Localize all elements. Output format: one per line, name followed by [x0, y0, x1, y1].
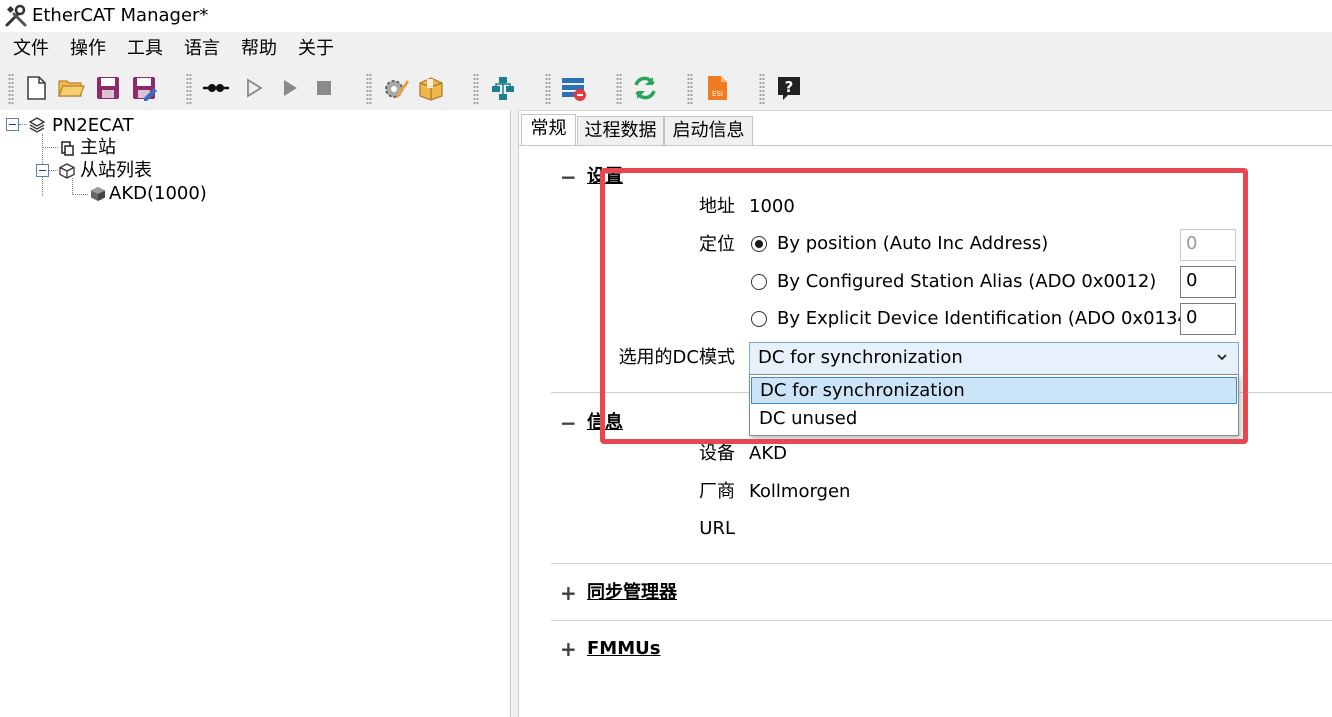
toolbar-grip[interactable] [186, 73, 192, 105]
title-bar: EtherCAT Manager* [0, 0, 1332, 32]
section-separator [551, 563, 1332, 564]
tree-guide-line [48, 170, 58, 171]
highlight-annotation-box [600, 168, 1248, 444]
toolbar-grip[interactable] [616, 73, 622, 105]
menu-file[interactable]: 文件 [12, 37, 50, 61]
play-outline-icon[interactable] [240, 74, 268, 102]
tree-item-slave-list[interactable]: 从站列表 [80, 160, 152, 182]
vendor-value: Kollmorgen [749, 481, 851, 502]
tree-guide-line [72, 194, 88, 195]
new-file-icon[interactable] [22, 74, 50, 102]
window-title: EtherCAT Manager* [32, 5, 209, 26]
tools-icon [4, 4, 28, 28]
svg-text:?: ? [785, 78, 794, 96]
master-station-icon [58, 139, 76, 157]
tab-divider [519, 145, 1332, 146]
tree-collapse-toggle[interactable] [36, 164, 49, 177]
toolbar-grip[interactable] [8, 73, 14, 105]
save-icon[interactable] [94, 74, 122, 102]
save-as-icon[interactable] [130, 74, 158, 102]
menu-about[interactable]: 关于 [297, 37, 335, 61]
menu-operation[interactable]: 操作 [69, 37, 107, 61]
sync-manager-section-title[interactable]: 同步管理器 [587, 581, 677, 605]
vendor-label: 厂商 [699, 481, 735, 502]
toolbar-grip[interactable] [545, 73, 551, 105]
fmmus-section-title[interactable]: FMMUs [587, 637, 660, 661]
menu-language[interactable]: 语言 [183, 37, 221, 61]
toolbar-grip[interactable] [473, 73, 479, 105]
network-layers-icon [28, 116, 46, 134]
network-tree-icon[interactable] [489, 74, 517, 102]
tree-guide-line [19, 124, 27, 125]
sync-manager-expand-toggle[interactable]: + [560, 582, 577, 604]
cube-solid-icon [89, 185, 107, 203]
tree-item-master[interactable]: 主站 [80, 137, 116, 159]
tree-collapse-toggle[interactable] [6, 118, 19, 131]
section-separator [551, 620, 1332, 621]
settings-collapse-toggle[interactable]: − [560, 166, 577, 188]
slave-config-icon[interactable] [560, 74, 588, 102]
device-label: 设备 [699, 443, 735, 464]
device-value: AKD [749, 443, 787, 464]
cube-outline-icon [58, 162, 76, 180]
package-icon[interactable] [417, 74, 445, 102]
tree-item-root[interactable]: PN2ECAT [52, 115, 134, 137]
toolbar-grip[interactable] [687, 73, 693, 105]
menu-tools[interactable]: 工具 [126, 37, 164, 61]
help-icon[interactable]: ? [775, 74, 803, 102]
panel-splitter[interactable] [511, 110, 519, 717]
tab-process-data[interactable]: 过程数据 [577, 116, 664, 146]
fmmus-expand-toggle[interactable]: + [560, 638, 577, 660]
stop-icon[interactable] [310, 74, 338, 102]
toolbar-grip[interactable] [366, 73, 372, 105]
tree-guide-line [42, 147, 58, 148]
toolbar: ESI ? [0, 66, 1332, 111]
esi-file-icon[interactable]: ESI [703, 74, 731, 102]
tab-general[interactable]: 常规 [521, 114, 576, 146]
tab-startup-info[interactable]: 启动信息 [664, 116, 753, 146]
connect-icon[interactable] [202, 74, 230, 102]
settings-edit-icon[interactable] [382, 74, 410, 102]
info-collapse-toggle[interactable]: − [560, 412, 577, 434]
svg-text:ESI: ESI [712, 90, 723, 98]
play-icon[interactable] [276, 74, 304, 102]
tree-guide-line [72, 178, 73, 195]
device-tree: PN2ECAT 主站 从站列表 AKD(1000) [0, 110, 511, 717]
toolbar-grip[interactable] [759, 73, 765, 105]
menu-help[interactable]: 帮助 [240, 37, 278, 61]
tree-item-slave[interactable]: AKD(1000) [109, 183, 207, 205]
refresh-icon[interactable] [631, 74, 659, 102]
open-folder-icon[interactable] [57, 74, 85, 102]
url-label: URL [699, 518, 735, 539]
menu-bar: 文件 操作 工具 语言 帮助 关于 [0, 32, 1332, 66]
